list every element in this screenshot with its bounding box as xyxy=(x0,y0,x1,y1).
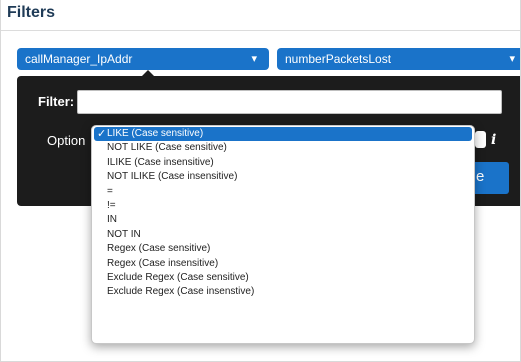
dropdown-option[interactable]: Exclude Regex (Case insenstive) xyxy=(92,285,474,299)
case-toggle[interactable] xyxy=(475,131,486,148)
field-select-first-label: callManager_IpAddr xyxy=(25,52,133,66)
field-select-first[interactable]: callManager_IpAddr ▾ xyxy=(17,48,269,70)
chevron-down-icon: ▾ xyxy=(251,53,257,65)
dropdown-option-label: IN xyxy=(107,214,117,226)
dropdown-option-label: Regex (Case insensitive) xyxy=(107,257,219,269)
dropdown-option[interactable]: IN xyxy=(92,213,474,227)
dropdown-option-label: NOT LIKE (Case sensitive) xyxy=(107,142,227,154)
dropdown-option[interactable]: NOT LIKE (Case sensitive) xyxy=(92,141,474,155)
dropdown-option-label: LIKE (Case sensitive) xyxy=(107,128,204,139)
section-title: Filters xyxy=(7,4,56,21)
dropdown-option-label: != xyxy=(107,199,116,211)
dropdown-option-label: Regex (Case sensitive) xyxy=(107,243,211,255)
field-select-second-label: numberPacketsLost xyxy=(285,52,392,66)
dropdown-option-label: NOT IN xyxy=(107,228,141,240)
apply-button[interactable]: e xyxy=(469,162,509,194)
dropdown-option-label: = xyxy=(107,185,113,197)
dropdown-option[interactable]: != xyxy=(92,199,474,213)
info-icon[interactable]: i xyxy=(491,132,496,148)
dropdown-option-label: ILIKE (Case insensitive) xyxy=(107,156,214,168)
filter-input[interactable] xyxy=(77,90,502,114)
dropdown-option[interactable]: Regex (Case sensitive) xyxy=(92,242,474,256)
dropdown-option[interactable]: NOT IN xyxy=(92,228,474,242)
dropdown-option[interactable]: Regex (Case insensitive) xyxy=(92,257,474,271)
dropdown-option-label: NOT ILIKE (Case insensitive) xyxy=(107,171,238,183)
chevron-down-icon: ▾ xyxy=(509,53,515,65)
filter-label: Filter: xyxy=(38,94,75,109)
dropdown-option[interactable]: = xyxy=(92,185,474,199)
filters-panel: Filters callManager_IpAddr ▾ numberPacke… xyxy=(0,0,521,362)
dropdown-option[interactable]: ✓ LIKE (Case sensitive) xyxy=(94,127,472,142)
dropdown-option-label: Exclude Regex (Case insenstive) xyxy=(107,286,255,298)
options-label: Option xyxy=(47,133,86,148)
dropdown-option[interactable]: Exclude Regex (Case sensitive) xyxy=(92,271,474,285)
dropdown-option-label: Exclude Regex (Case sensitive) xyxy=(107,271,249,283)
dropdown-option[interactable]: ILIKE (Case insensitive) xyxy=(92,156,474,170)
dropdown-option[interactable]: NOT ILIKE (Case insensitive) xyxy=(92,170,474,184)
operator-dropdown-list[interactable]: ✓ LIKE (Case sensitive) NOT LIKE (Case sen… xyxy=(91,125,475,344)
check-icon: ✓ xyxy=(97,128,107,140)
title-divider xyxy=(1,30,520,31)
field-select-second[interactable]: numberPacketsLost ▾ xyxy=(277,48,520,70)
